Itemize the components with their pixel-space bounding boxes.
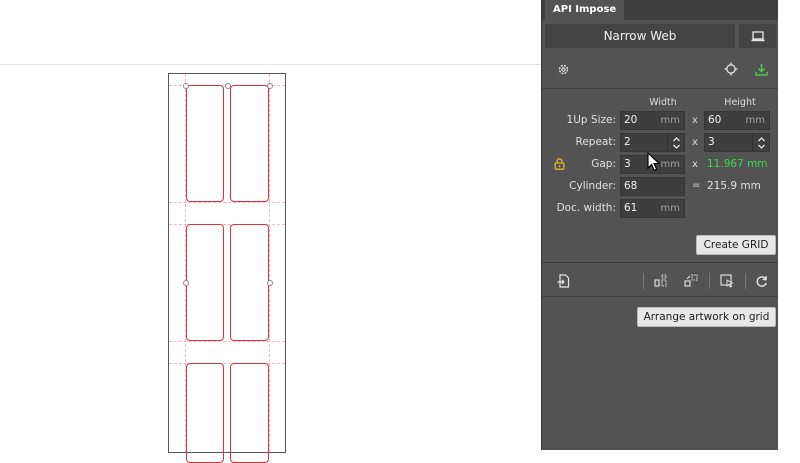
gap-lock-toggle[interactable] [552,157,566,171]
document-import-icon [557,274,569,288]
settings-button[interactable] [555,61,571,77]
download-icon [754,63,768,76]
grid-guide [169,202,285,203]
doc-width-label: Doc. width: [556,202,616,214]
up-size-label: 1Up Size: [566,114,616,126]
times-sign: x [692,137,698,148]
toolbar-separator [643,273,644,289]
gap-height-computed: 11.967 mm [707,158,768,170]
selection-handle[interactable] [267,83,273,89]
refresh-button[interactable] [753,273,769,289]
laptop-icon [751,30,764,41]
up-size-width-value: 20 [624,114,638,126]
doc-width-unit: mm [660,203,680,214]
doc-width-value: 61 [624,202,638,214]
height-column-header: Height [724,97,756,108]
grid-right-button[interactable] [683,273,699,289]
grid-cell [186,85,224,202]
cylinder-input[interactable]: 68 [620,177,685,196]
up-size-height-value: 60 [708,114,722,126]
up-size-width-unit: mm [660,115,680,126]
gap-width-value: 3 [624,158,631,170]
grid-align-left-icon [654,274,667,287]
gear-icon [558,64,568,74]
times-sign: x [692,159,698,170]
grid-guide [169,341,285,342]
up-size-width-input[interactable]: 20 mm [620,111,685,130]
panel-divider [542,88,779,89]
grid-guide [269,74,270,452]
artboard[interactable] [168,73,286,463]
create-grid-button[interactable]: Create GRID [696,235,776,255]
mouse-pointer-icon [647,152,661,172]
select-cursor-icon [720,274,734,288]
panel-divider [542,262,779,263]
repeat-label: Repeat: [575,136,617,148]
grid-cell [230,224,269,341]
panel-tabbar: API Impose [542,0,778,20]
narrow-web-mode-button[interactable]: Narrow Web [545,24,735,48]
selection-handle[interactable] [183,280,189,286]
grid-cell [186,363,224,463]
repeat-around-value: 3 [708,136,715,148]
up-down-chevron-icon [672,136,680,149]
repeat-across-value: 2 [624,136,631,148]
impose-panel: API Impose Narrow Web Width Height 1Up S… [541,0,779,450]
grid-cell [230,85,269,202]
width-column-header: Width [649,97,677,108]
crosshair-icon [724,62,738,76]
up-size-height-input[interactable]: 60 mm [704,111,770,130]
times-sign: x [692,115,698,126]
gap-width-unit: mm [660,159,680,170]
lock-icon [554,158,564,170]
cylinder-value: 68 [624,180,638,192]
laptop-mode-button[interactable] [739,24,776,48]
cylinder-label: Cylinder: [569,180,616,192]
grid-cell [186,224,224,341]
place-artwork-button[interactable] [555,273,571,289]
export-button[interactable] [753,61,769,77]
selection-handle[interactable] [225,83,231,89]
panel-tab-api-impose[interactable]: API Impose [545,0,625,20]
window-edge [778,0,800,450]
arrange-artwork-button[interactable]: Arrange artwork on grid [637,307,776,327]
toolbar-separator [709,273,710,289]
doc-width-input[interactable]: 61 mm [620,199,685,218]
mode-row: Narrow Web [545,24,776,48]
document-canvas[interactable] [0,0,541,463]
pasteboard-edge [0,64,541,65]
up-down-chevron-icon [757,136,765,149]
selection-handle[interactable] [267,280,273,286]
repeat-around-input[interactable]: 3 [704,133,770,152]
refresh-icon [756,275,767,287]
gap-label: Gap: [591,158,616,170]
grid-align-right-icon [684,274,698,287]
panel-divider [542,296,779,297]
grid-cell [230,363,269,463]
cylinder-result: 215.9 mm [707,180,761,192]
grid-left-button[interactable] [653,273,669,289]
target-button[interactable] [723,61,739,77]
repeat-around-stepper[interactable] [752,134,769,151]
equals-sign: = [692,180,701,191]
selection-handle[interactable] [183,83,189,89]
up-size-height-unit: mm [745,115,765,126]
select-artwork-button[interactable] [719,273,735,289]
toolbar-separator [745,273,746,289]
repeat-across-input[interactable]: 2 [620,133,685,152]
repeat-across-stepper[interactable] [667,134,684,151]
